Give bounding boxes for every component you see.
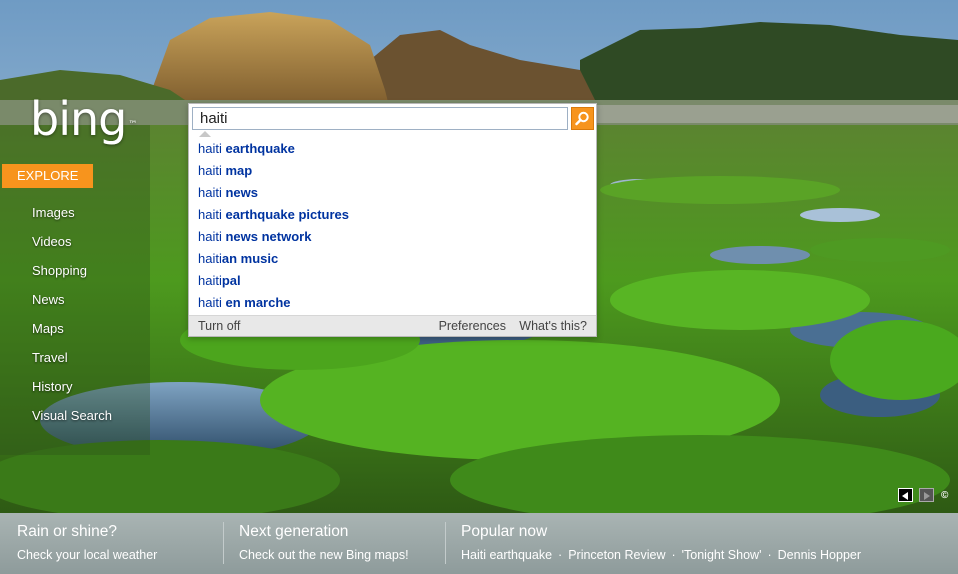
popular-item[interactable]: 'Tonight Show' bbox=[682, 548, 762, 562]
popular-item[interactable]: Haiti earthquake bbox=[461, 548, 552, 562]
previous-image-button[interactable] bbox=[898, 488, 913, 502]
nav-item-maps[interactable]: Maps bbox=[32, 319, 112, 348]
suggestion-item[interactable]: haitian music bbox=[189, 248, 596, 270]
prev-arrow-icon bbox=[899, 489, 912, 506]
trademark: ™ bbox=[128, 120, 138, 130]
nav-item-visual-search[interactable]: Visual Search bbox=[32, 406, 112, 435]
nav-item-news[interactable]: News bbox=[32, 290, 112, 319]
next-arrow-icon bbox=[920, 489, 933, 506]
bottom-bar: Rain or shine? Check your local weather … bbox=[0, 513, 958, 574]
search-panel: haiti earthquake haiti map haiti news ha… bbox=[188, 103, 597, 337]
maps-title: Next generation bbox=[239, 523, 349, 540]
weather-link[interactable]: Check your local weather bbox=[17, 548, 157, 562]
copyright-icon[interactable]: © bbox=[941, 488, 948, 503]
nav-item-history[interactable]: History bbox=[32, 377, 112, 406]
bing-homepage: bing ™ EXPLORE Images Videos Shopping New… bbox=[0, 0, 958, 574]
separator: · bbox=[671, 548, 676, 562]
whats-this-link[interactable]: What's this? bbox=[519, 316, 587, 336]
search-input[interactable] bbox=[192, 107, 568, 130]
maps-link[interactable]: Check out the new Bing maps! bbox=[239, 548, 409, 562]
popular-list: Haiti earthquake · Princeton Review · 'Tonig… bbox=[461, 548, 861, 562]
suggestion-item[interactable]: haiti earthquake bbox=[189, 138, 596, 160]
separator: · bbox=[767, 548, 772, 562]
suggestion-item[interactable]: haitipal bbox=[189, 270, 596, 292]
suggestion-list: haiti earthquake haiti map haiti news ha… bbox=[189, 138, 596, 314]
suggestion-item[interactable]: haiti map bbox=[189, 160, 596, 182]
search-button[interactable] bbox=[571, 107, 594, 130]
preferences-link[interactable]: Preferences bbox=[439, 316, 506, 336]
suggestion-item[interactable]: haiti news bbox=[189, 182, 596, 204]
suggestion-item[interactable]: haiti news network bbox=[189, 226, 596, 248]
next-image-button[interactable] bbox=[919, 488, 934, 502]
popular-item[interactable]: Princeton Review bbox=[568, 548, 665, 562]
logo-text: bing bbox=[30, 92, 127, 146]
explore-nav: Images Videos Shopping News Maps Travel … bbox=[32, 203, 112, 435]
turn-off-link[interactable]: Turn off bbox=[198, 316, 240, 336]
nav-item-videos[interactable]: Videos bbox=[32, 232, 112, 261]
explore-tab[interactable]: EXPLORE bbox=[2, 164, 93, 188]
divider bbox=[223, 522, 224, 564]
nav-item-travel[interactable]: Travel bbox=[32, 348, 112, 377]
popular-title: Popular now bbox=[461, 523, 548, 540]
separator: · bbox=[558, 548, 563, 562]
suggestion-item[interactable]: haiti en marche bbox=[189, 292, 596, 314]
divider bbox=[445, 522, 446, 564]
nav-item-images[interactable]: Images bbox=[32, 203, 112, 232]
suggestion-item[interactable]: haiti earthquake pictures bbox=[189, 204, 596, 226]
suggestion-pointer bbox=[199, 131, 211, 137]
popular-item[interactable]: Dennis Hopper bbox=[778, 548, 861, 562]
suggestion-footer: Turn off Preferences What's this? bbox=[189, 315, 596, 336]
nav-item-shopping[interactable]: Shopping bbox=[32, 261, 112, 290]
bing-logo[interactable]: bing ™ bbox=[30, 94, 137, 144]
weather-title: Rain or shine? bbox=[17, 523, 117, 540]
